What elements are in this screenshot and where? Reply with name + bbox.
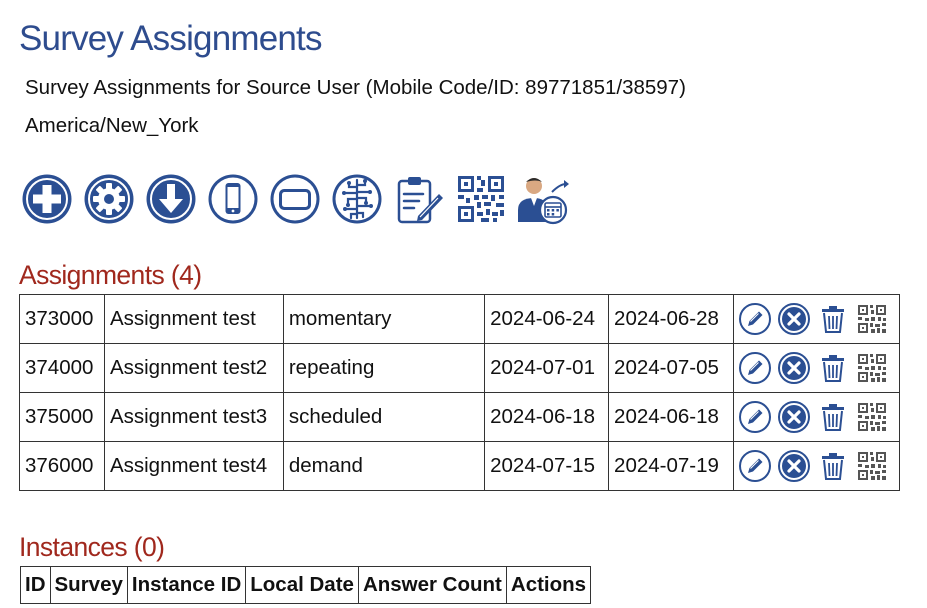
- end-date-cell: 2024-07-05: [608, 343, 734, 393]
- assignments-table: 373000 Assignment test momentary 2024-06-24…: [19, 294, 901, 491]
- instances-column-header: Actions: [505, 566, 592, 604]
- assignment-type-cell: scheduled: [282, 392, 486, 442]
- gear-circle-icon[interactable]: [82, 172, 136, 226]
- assignment-id-cell: 376000: [19, 441, 105, 491]
- assignment-name-cell: Assignment test3: [103, 392, 284, 442]
- assignment-type-cell: repeating: [282, 343, 486, 393]
- page-title: Survey Assignments: [19, 19, 322, 58]
- actions-cell: [732, 392, 901, 442]
- assignment-row: 374000 Assignment test2 repeating 2024-07-0…: [19, 343, 901, 393]
- circuit-brain-icon[interactable]: [330, 172, 384, 226]
- assignments-heading: Assignments (4): [19, 260, 202, 290]
- assignment-row: 373000 Assignment test momentary 2024-06-24…: [19, 294, 901, 344]
- start-date-cell: 2024-06-18: [484, 392, 610, 442]
- qr-code-icon[interactable]: [855, 302, 889, 336]
- actions-cell: [732, 441, 901, 491]
- assignment-id-cell: 373000: [19, 294, 105, 344]
- tablet-icon[interactable]: [268, 172, 322, 226]
- edit-pencil-icon[interactable]: [738, 351, 772, 385]
- instances-heading: Instances (0): [19, 532, 165, 562]
- qr-code-icon[interactable]: [855, 351, 889, 385]
- actions-cell: [732, 294, 901, 344]
- start-date-cell: 2024-06-24: [484, 294, 610, 344]
- instances-table: ID Survey Instance ID Local Date Answer Coun…: [20, 566, 592, 604]
- cancel-x-icon[interactable]: [777, 449, 811, 483]
- instances-column-header: ID: [20, 566, 51, 604]
- plus-circle-icon[interactable]: [20, 172, 74, 226]
- instances-column-header: Survey: [49, 566, 128, 604]
- assignment-row: 375000 Assignment test3 scheduled 2024-06-1…: [19, 392, 901, 442]
- cancel-x-icon[interactable]: [777, 302, 811, 336]
- trash-icon[interactable]: [816, 449, 850, 483]
- start-date-cell: 2024-07-01: [484, 343, 610, 393]
- end-date-cell: 2024-06-28: [608, 294, 734, 344]
- qr-code-icon[interactable]: [855, 400, 889, 434]
- assignment-id-cell: 375000: [19, 392, 105, 442]
- trash-icon[interactable]: [816, 351, 850, 385]
- instances-column-header: Instance ID: [126, 566, 247, 604]
- cancel-x-icon[interactable]: [777, 400, 811, 434]
- qr-code-icon[interactable]: [855, 449, 889, 483]
- trash-icon[interactable]: [816, 400, 850, 434]
- assignment-id-cell: 374000: [19, 343, 105, 393]
- timezone-label: America/New_York: [25, 114, 199, 137]
- assignment-row: 376000 Assignment test4 demand 2024-07-15 20…: [19, 441, 901, 491]
- assignment-name-cell: Assignment test2: [103, 343, 284, 393]
- start-date-cell: 2024-07-15: [484, 441, 610, 491]
- instances-column-header: Answer Count: [357, 566, 507, 604]
- download-circle-icon[interactable]: [144, 172, 198, 226]
- end-date-cell: 2024-06-18: [608, 392, 734, 442]
- actions-cell: [732, 343, 901, 393]
- cancel-x-icon[interactable]: [777, 351, 811, 385]
- edit-pencil-icon[interactable]: [738, 449, 772, 483]
- user-calendar-icon[interactable]: [516, 172, 570, 226]
- instances-column-header: Local Date: [245, 566, 359, 604]
- end-date-cell: 2024-07-19: [608, 441, 734, 491]
- assignment-name-cell: Assignment test4: [103, 441, 284, 491]
- trash-icon[interactable]: [816, 302, 850, 336]
- assignment-name-cell: Assignment test: [103, 294, 284, 344]
- clipboard-edit-icon[interactable]: [392, 172, 446, 226]
- survey-assignments-page: Survey Assignments Survey Assignments fo…: [0, 0, 927, 608]
- edit-pencil-icon[interactable]: [738, 400, 772, 434]
- assignment-type-cell: momentary: [282, 294, 486, 344]
- qr-code-icon[interactable]: [454, 172, 508, 226]
- page-subtitle: Survey Assignments for Source User (Mobi…: [25, 76, 686, 99]
- mobile-phone-icon[interactable]: [206, 172, 260, 226]
- assignment-type-cell: demand: [282, 441, 486, 491]
- edit-pencil-icon[interactable]: [738, 302, 772, 336]
